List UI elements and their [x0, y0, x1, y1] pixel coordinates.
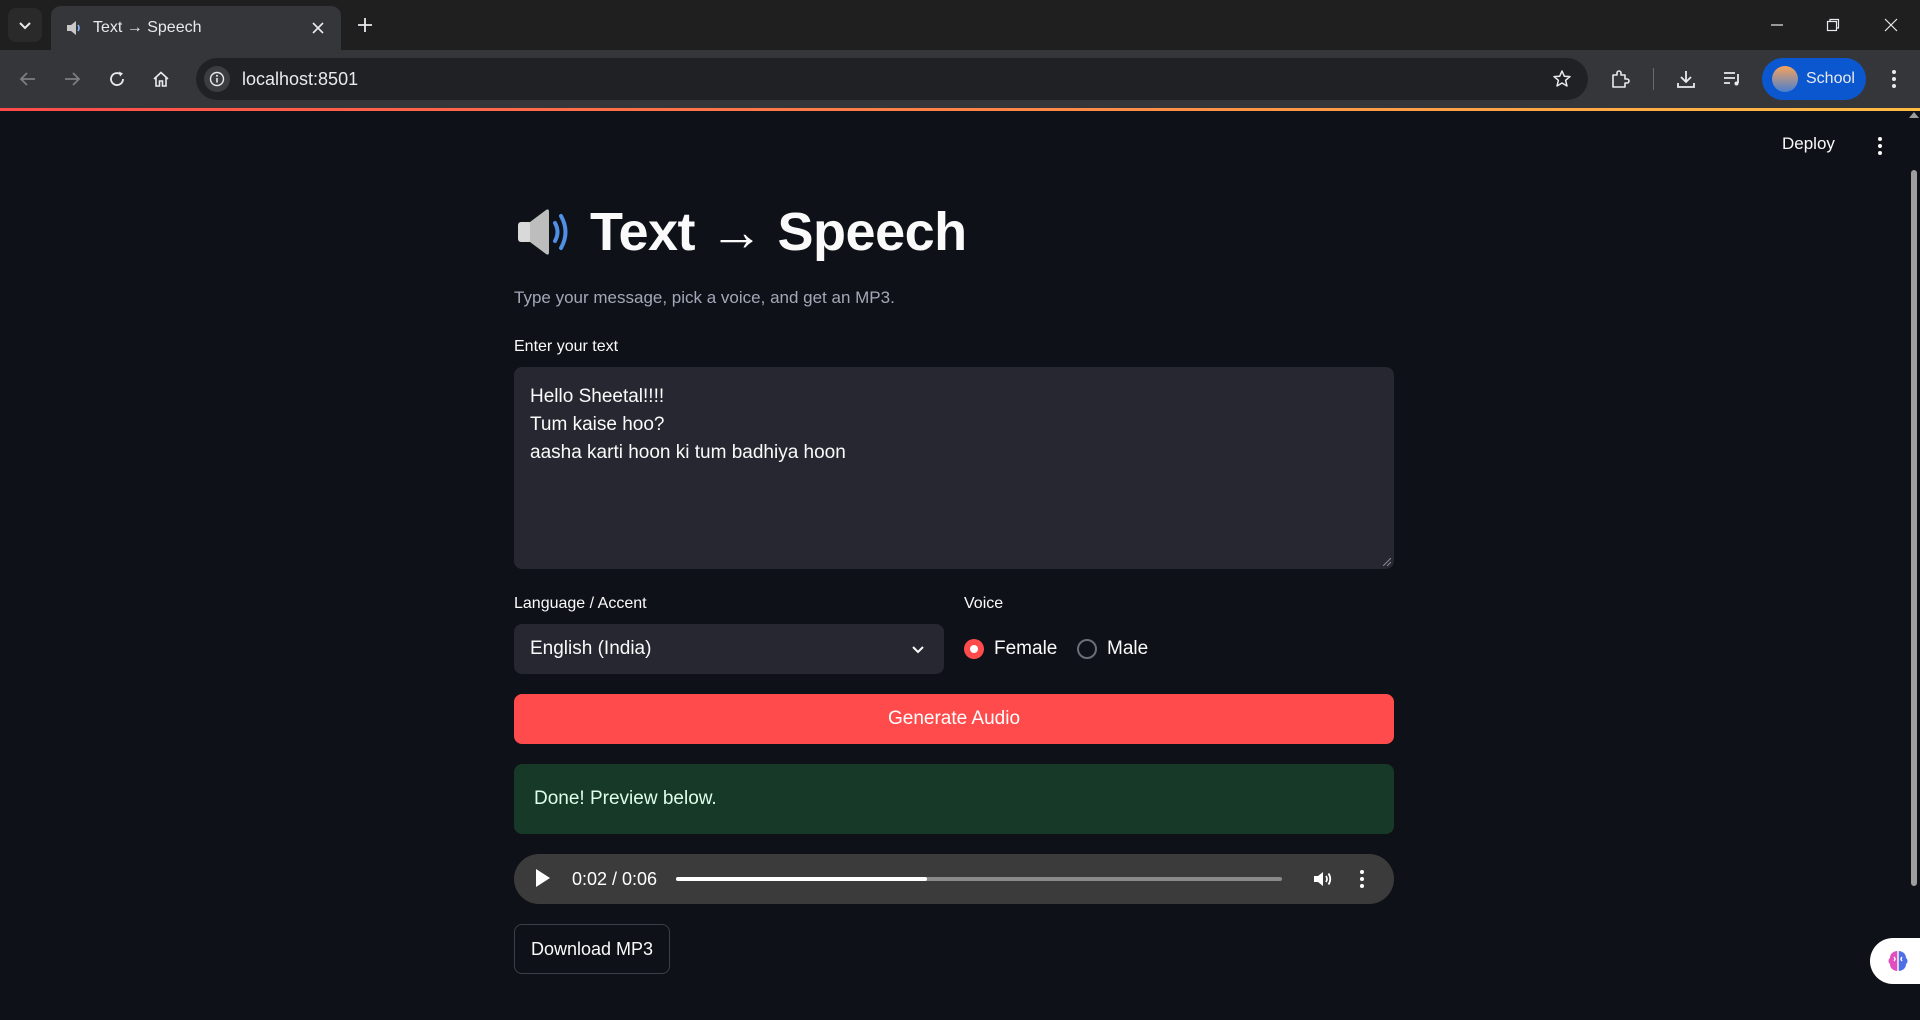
voice-label: Voice — [964, 595, 1004, 612]
deploy-button[interactable]: Deploy — [1782, 134, 1835, 154]
voice-option-label: Female — [994, 638, 1058, 659]
browser-tabstrip: Text → Speech — [0, 0, 1920, 50]
audio-seek-bar[interactable] — [676, 877, 1282, 881]
minimize-icon — [1771, 24, 1783, 26]
scroll-up-arrow[interactable] — [1909, 112, 1919, 118]
profile-name: School — [1806, 70, 1855, 87]
radio-unselected-icon — [1077, 639, 1097, 659]
site-info-icon[interactable] — [204, 66, 230, 92]
restore-button[interactable] — [1804, 0, 1862, 50]
text-input-label: Enter your text — [514, 338, 619, 355]
reload-button[interactable] — [101, 63, 133, 95]
audio-player[interactable]: 0:02 / 0:06 — [514, 854, 1394, 904]
downloads-button[interactable] — [1670, 63, 1702, 95]
back-button[interactable] — [12, 63, 44, 95]
app-decoration-bar — [0, 108, 1920, 111]
minimize-button[interactable] — [1748, 0, 1806, 50]
forward-button[interactable] — [56, 63, 88, 95]
browser-toolbar: localhost:8501 School — [0, 50, 1920, 108]
chevron-down-icon — [19, 22, 31, 30]
more-vertical-icon — [1892, 70, 1896, 88]
tab-title: Text → Speech — [93, 19, 202, 36]
media-control-button[interactable] — [1716, 63, 1748, 95]
close-icon — [1884, 18, 1898, 32]
voice-option-label: Male — [1107, 638, 1149, 659]
close-tab-icon[interactable] — [307, 17, 329, 39]
address-bar[interactable]: localhost:8501 — [196, 58, 1588, 100]
bookmark-star-icon[interactable] — [1550, 67, 1574, 91]
browser-tab[interactable]: Text → Speech — [51, 6, 341, 50]
playlist-icon — [1724, 72, 1739, 86]
new-tab-button[interactable] — [352, 12, 378, 38]
textarea-line: Tum kaise hoo? — [530, 414, 665, 435]
language-select[interactable]: English (India) — [514, 624, 944, 674]
page-title: Text → Speech — [590, 202, 967, 262]
home-button[interactable] — [145, 63, 177, 95]
tab-search-button[interactable] — [8, 8, 42, 42]
plus-icon — [358, 18, 372, 32]
textarea-line: Hello Sheetal!!!! — [530, 386, 665, 407]
arrow-left-icon — [19, 72, 35, 86]
url-text: localhost:8501 — [242, 69, 359, 89]
profile-button[interactable]: School — [1762, 58, 1866, 100]
play-icon[interactable] — [536, 869, 550, 887]
speaker-high-volume-icon — [518, 209, 568, 255]
app-menu-button[interactable] — [1868, 134, 1892, 158]
more-vertical-icon — [1878, 137, 1882, 155]
audio-time-display: 0:02 / 0:06 — [572, 869, 658, 889]
extensions-button[interactable] — [1604, 63, 1636, 95]
voice-option-male[interactable]: Male — [1077, 638, 1148, 660]
scrollbar-thumb[interactable] — [1911, 170, 1917, 886]
reload-icon — [110, 71, 124, 86]
more-vertical-icon[interactable] — [1350, 867, 1374, 891]
success-message: Done! Preview below. — [534, 788, 717, 809]
page-caption: Type your message, pick a voice, and get… — [514, 288, 895, 307]
resize-handle-icon[interactable] — [1383, 558, 1391, 566]
puzzle-icon — [1612, 70, 1630, 88]
voice-option-female[interactable]: Female — [964, 638, 1057, 660]
success-alert: Done! Preview below. — [514, 764, 1394, 834]
restore-icon — [1826, 18, 1840, 32]
assistant-floating-button[interactable] — [1870, 938, 1920, 984]
page-header: Text → Speech — [514, 200, 967, 264]
arrow-right-icon — [65, 72, 81, 86]
download-icon — [1677, 71, 1695, 88]
toolbar-separator — [1653, 68, 1654, 90]
avatar — [1772, 66, 1798, 92]
language-selected-value: English (India) — [530, 638, 652, 659]
home-icon — [153, 71, 169, 87]
audio-progress-fill — [676, 877, 928, 881]
download-mp3-button[interactable]: Download MP3 — [514, 924, 670, 974]
generate-audio-button[interactable]: Generate Audio — [514, 694, 1394, 744]
chevron-down-icon — [908, 639, 928, 659]
brain-icon — [1888, 951, 1908, 971]
close-window-button[interactable] — [1862, 0, 1920, 50]
browser-menu-button[interactable] — [1878, 63, 1910, 95]
volume-icon[interactable] — [1310, 867, 1334, 891]
radio-selected-icon — [964, 639, 984, 659]
language-label: Language / Accent — [514, 595, 647, 612]
message-textarea[interactable]: Hello Sheetal!!!! Tum kaise hoo? aasha k… — [514, 367, 1394, 569]
speaker-icon — [65, 19, 83, 37]
textarea-line: aasha karti hoon ki tum badhiya hoon — [530, 442, 846, 463]
